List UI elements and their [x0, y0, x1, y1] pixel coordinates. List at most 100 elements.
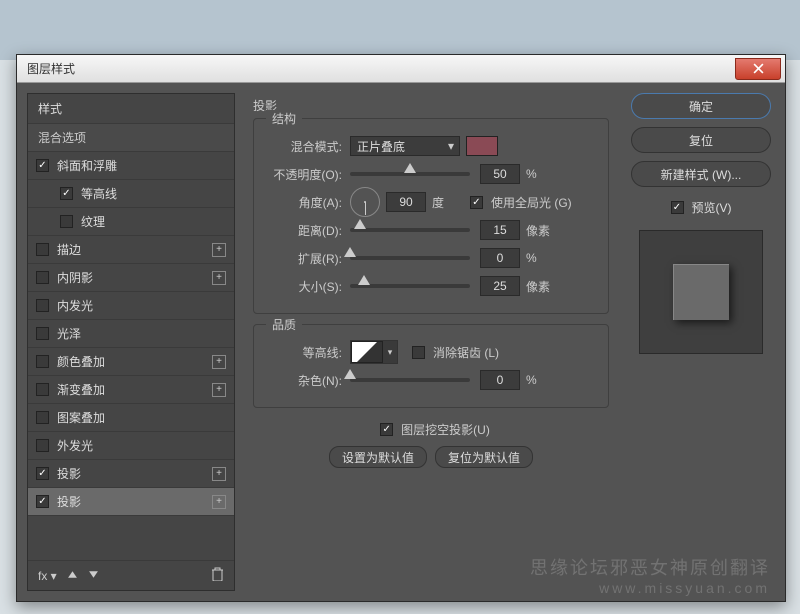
- close-button[interactable]: [735, 58, 781, 80]
- noise-input[interactable]: [480, 370, 520, 390]
- preview-box: [639, 230, 763, 354]
- distance-label: 距离(D):: [266, 222, 342, 239]
- slider-thumb[interactable]: [344, 373, 356, 385]
- move-up-icon[interactable]: [67, 569, 78, 583]
- checkbox[interactable]: [36, 411, 49, 424]
- spread-row: 扩展(R): %: [266, 247, 596, 269]
- style-satin[interactable]: 光泽: [28, 320, 234, 348]
- angle-row: 角度(A): 度 使用全局光 (G): [266, 191, 596, 213]
- sidebar-footer: fx ▾: [28, 560, 234, 590]
- opacity-slider[interactable]: [350, 172, 470, 176]
- add-icon[interactable]: +: [212, 467, 226, 481]
- size-input[interactable]: [480, 276, 520, 296]
- anti-alias-check[interactable]: 消除锯齿 (L): [412, 344, 499, 361]
- noise-label: 杂色(N):: [266, 372, 342, 389]
- checkbox[interactable]: [36, 327, 49, 340]
- checkbox[interactable]: [470, 196, 483, 209]
- style-color-overlay[interactable]: 颜色叠加+: [28, 348, 234, 376]
- main-panel: 投影 结构 混合模式: 正片叠底 不透明度(O): % 角度(A):: [245, 93, 617, 591]
- quality-label: 品质: [266, 316, 302, 333]
- style-contour[interactable]: 等高线: [28, 180, 234, 208]
- slider-thumb[interactable]: [344, 251, 356, 263]
- contour-row: 等高线: ▾ 消除锯齿 (L): [266, 341, 596, 363]
- make-default-button[interactable]: 设置为默认值: [329, 446, 427, 468]
- close-icon: [753, 63, 764, 74]
- spread-slider[interactable]: [350, 256, 470, 260]
- checkbox[interactable]: [36, 299, 49, 312]
- style-gradient-overlay[interactable]: 渐变叠加+: [28, 376, 234, 404]
- style-drop-shadow-1[interactable]: 投影+: [28, 460, 234, 488]
- style-inner-glow[interactable]: 内发光: [28, 292, 234, 320]
- distance-row: 距离(D): 像素: [266, 219, 596, 241]
- global-light-check[interactable]: 使用全局光 (G): [470, 194, 572, 211]
- reset-default-button[interactable]: 复位为默认值: [435, 446, 533, 468]
- checkbox[interactable]: [36, 271, 49, 284]
- noise-row: 杂色(N): %: [266, 369, 596, 391]
- cancel-button[interactable]: 复位: [631, 127, 771, 153]
- slider-thumb[interactable]: [358, 279, 370, 291]
- checkbox[interactable]: [671, 201, 684, 214]
- add-icon[interactable]: +: [212, 243, 226, 257]
- checkbox[interactable]: [36, 243, 49, 256]
- move-down-icon[interactable]: [88, 569, 99, 583]
- angle-input[interactable]: [386, 192, 426, 212]
- chevron-down-icon[interactable]: ▾: [383, 341, 397, 363]
- size-slider[interactable]: [350, 284, 470, 288]
- spread-input[interactable]: [480, 248, 520, 268]
- checkbox[interactable]: [36, 467, 49, 480]
- blend-mode-select[interactable]: 正片叠底: [350, 136, 460, 156]
- style-outer-glow[interactable]: 外发光: [28, 432, 234, 460]
- checkbox[interactable]: [36, 159, 49, 172]
- preview-check[interactable]: 预览(V): [671, 199, 732, 216]
- quality-group: 品质 等高线: ▾ 消除锯齿 (L) 杂色(N): %: [253, 324, 609, 408]
- add-icon[interactable]: +: [212, 355, 226, 369]
- contour-picker[interactable]: ▾: [350, 340, 398, 364]
- titlebar[interactable]: 图层样式: [17, 55, 785, 83]
- styles-sidebar: 样式 混合选项 斜面和浮雕 等高线 纹理 描边+ 内阴影+ 内发光 光泽 颜色叠…: [27, 93, 235, 591]
- ok-button[interactable]: 确定: [631, 93, 771, 119]
- trash-icon[interactable]: [211, 567, 224, 584]
- noise-slider[interactable]: [350, 378, 470, 382]
- checkbox[interactable]: [60, 187, 73, 200]
- distance-slider[interactable]: [350, 228, 470, 232]
- checkbox[interactable]: [36, 355, 49, 368]
- spread-label: 扩展(R):: [266, 250, 342, 267]
- unit-label: %: [526, 373, 556, 387]
- style-inner-shadow[interactable]: 内阴影+: [28, 264, 234, 292]
- blending-options[interactable]: 混合选项: [28, 124, 234, 152]
- add-icon[interactable]: +: [212, 383, 226, 397]
- style-texture[interactable]: 纹理: [28, 208, 234, 236]
- checkbox[interactable]: [36, 495, 49, 508]
- distance-input[interactable]: [480, 220, 520, 240]
- style-stroke[interactable]: 描边+: [28, 236, 234, 264]
- contour-label: 等高线:: [266, 344, 342, 361]
- new-style-button[interactable]: 新建样式 (W)...: [631, 161, 771, 187]
- angle-dial[interactable]: [350, 187, 380, 217]
- fx-menu[interactable]: fx ▾: [38, 569, 57, 583]
- right-panel: 确定 复位 新建样式 (W)... 预览(V): [627, 93, 775, 591]
- preview-swatch: [673, 264, 729, 320]
- style-bevel[interactable]: 斜面和浮雕: [28, 152, 234, 180]
- knockout-check[interactable]: 图层挖空投影(U): [380, 421, 490, 438]
- checkbox[interactable]: [36, 439, 49, 452]
- slider-thumb[interactable]: [404, 167, 416, 179]
- style-drop-shadow-2[interactable]: 投影+: [28, 488, 234, 516]
- add-icon[interactable]: +: [212, 271, 226, 285]
- style-pattern-overlay[interactable]: 图案叠加: [28, 404, 234, 432]
- default-buttons-row: 设置为默认值 复位为默认值: [253, 446, 609, 468]
- shadow-color-swatch[interactable]: [466, 136, 498, 156]
- slider-thumb[interactable]: [354, 223, 366, 235]
- dialog-title: 图层样式: [27, 60, 75, 77]
- opacity-input[interactable]: [480, 164, 520, 184]
- checkbox[interactable]: [60, 215, 73, 228]
- checkbox[interactable]: [36, 383, 49, 396]
- checkbox[interactable]: [380, 423, 393, 436]
- unit-label: 度: [432, 194, 462, 211]
- opacity-label: 不透明度(O):: [266, 166, 342, 183]
- unit-label: 像素: [526, 222, 556, 239]
- contour-swatch[interactable]: [351, 341, 383, 363]
- layer-style-dialog: 图层样式 样式 混合选项 斜面和浮雕 等高线 纹理 描边+ 内阴影+ 内发光 光…: [16, 54, 786, 602]
- add-icon[interactable]: +: [212, 495, 226, 509]
- checkbox[interactable]: [412, 346, 425, 359]
- structure-group: 结构 混合模式: 正片叠底 不透明度(O): % 角度(A): 度: [253, 118, 609, 314]
